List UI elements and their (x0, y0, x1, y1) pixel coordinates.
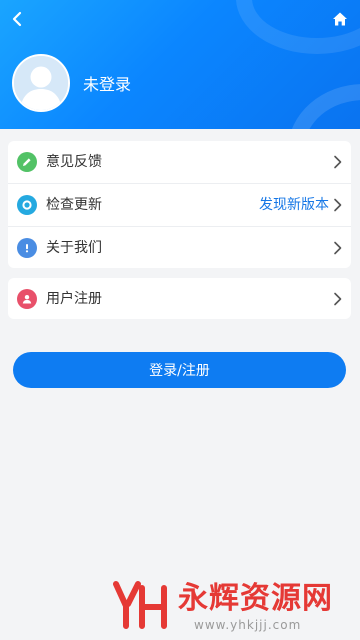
chevron-left-icon (12, 11, 22, 27)
settings-menu-card: 意见反馈 检查更新 发现新版本 关于我们 (8, 141, 351, 268)
account-menu-card: 用户注册 (8, 278, 351, 319)
refresh-icon (17, 195, 37, 215)
header-decoration (288, 84, 360, 129)
avatar[interactable] (12, 54, 70, 112)
user-icon (17, 289, 37, 309)
menu-item-about-us[interactable]: 关于我们 (8, 226, 351, 269)
home-icon (333, 12, 347, 26)
home-button[interactable] (331, 10, 349, 28)
pencil-icon (17, 152, 37, 172)
watermark: 永辉资源网 www.yhkjjj.com (112, 578, 337, 636)
menu-item-label: 检查更新 (46, 197, 102, 213)
menu-item-label: 关于我们 (46, 240, 102, 256)
watermark-url: www.yhkjjj.com (194, 618, 302, 632)
login-register-button[interactable]: 登录/注册 (13, 352, 346, 388)
watermark-name: 永辉资源网 (178, 581, 333, 616)
chevron-right-icon (334, 198, 342, 212)
info-icon (17, 238, 37, 258)
new-version-text: 发现新版本 (259, 197, 329, 213)
back-button[interactable] (6, 8, 28, 30)
menu-item-check-update[interactable]: 检查更新 发现新版本 (8, 183, 351, 226)
watermark-logo-icon (113, 581, 167, 629)
login-status-text[interactable]: 未登录 (83, 75, 131, 95)
chevron-right-icon (334, 155, 342, 169)
profile-header: 未登录 (0, 0, 360, 129)
chevron-right-icon (334, 292, 342, 306)
menu-item-label: 意见反馈 (46, 154, 102, 170)
default-avatar-icon (14, 56, 68, 110)
menu-item-feedback[interactable]: 意见反馈 (8, 141, 351, 183)
menu-item-label: 用户注册 (46, 291, 102, 307)
menu-item-register[interactable]: 用户注册 (8, 278, 351, 319)
chevron-right-icon (334, 241, 342, 255)
